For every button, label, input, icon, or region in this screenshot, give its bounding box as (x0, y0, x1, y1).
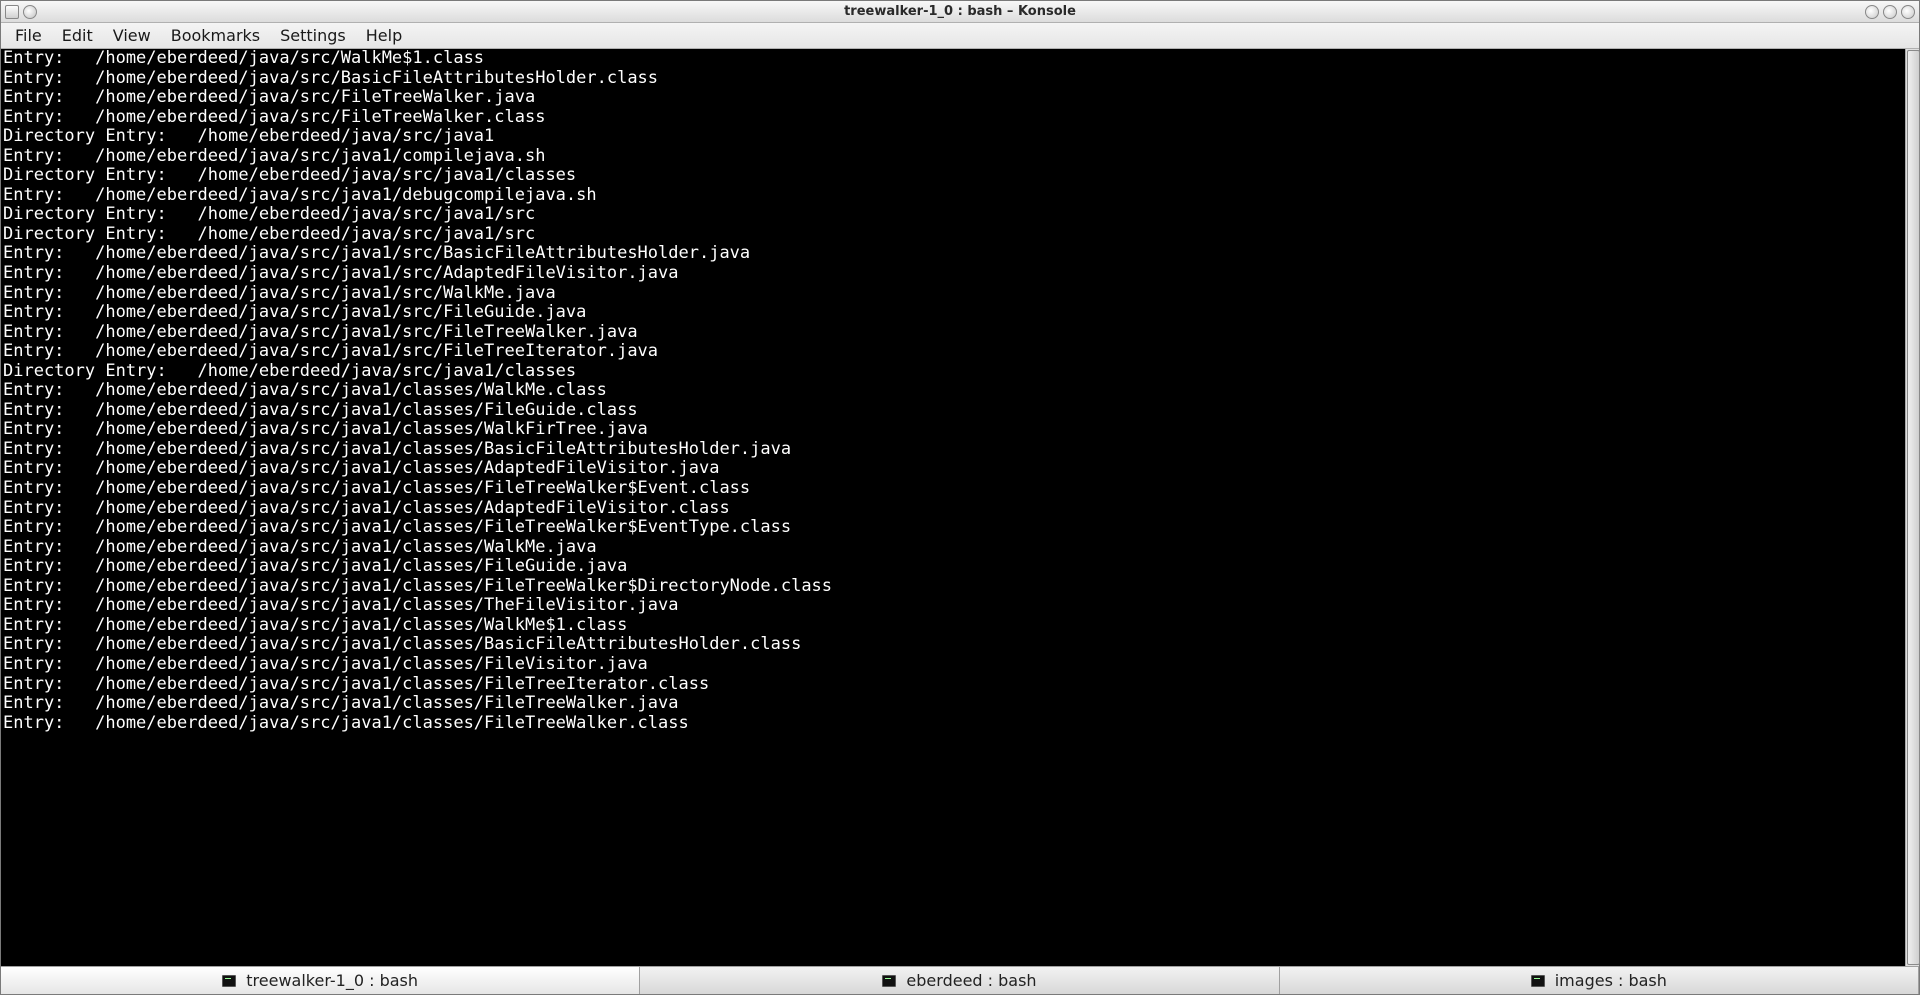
tab-label: treewalker-1_0 : bash (246, 971, 418, 990)
tabbar: treewalker-1_0 : bash eberdeed : bash im… (1, 966, 1919, 994)
titlebar-right-controls (1865, 5, 1919, 19)
menu-settings[interactable]: Settings (270, 23, 356, 48)
terminal-output[interactable]: Entry: /home/eberdeed/java/src/WalkMe$1.… (1, 49, 1905, 966)
terminal-icon (222, 975, 236, 987)
terminal-icon (1531, 975, 1545, 987)
close-button[interactable] (1901, 5, 1915, 19)
minimize-button[interactable] (1865, 5, 1879, 19)
konsole-window: treewalker-1_0 : bash – Konsole File Edi… (0, 0, 1920, 995)
menu-file[interactable]: File (5, 23, 52, 48)
tab-label: eberdeed : bash (906, 971, 1036, 990)
menubar: File Edit View Bookmarks Settings Help (1, 23, 1919, 49)
menu-help[interactable]: Help (356, 23, 412, 48)
tab-label: images : bash (1555, 971, 1667, 990)
scrollbar-thumb[interactable] (1907, 50, 1920, 965)
scrollbar-vertical[interactable] (1905, 49, 1919, 966)
titlebar[interactable]: treewalker-1_0 : bash – Konsole (1, 1, 1919, 23)
menu-view[interactable]: View (103, 23, 161, 48)
tab-eberdeed[interactable]: eberdeed : bash (640, 967, 1279, 994)
window-title: treewalker-1_0 : bash – Konsole (844, 4, 1076, 19)
window-pin-icon[interactable] (23, 5, 37, 19)
maximize-button[interactable] (1883, 5, 1897, 19)
window-menu-icon[interactable] (5, 5, 19, 19)
tab-images[interactable]: images : bash (1280, 967, 1919, 994)
titlebar-left-controls (1, 5, 37, 19)
terminal-container: Entry: /home/eberdeed/java/src/WalkMe$1.… (1, 49, 1919, 966)
terminal-icon (882, 975, 896, 987)
tab-treewalker[interactable]: treewalker-1_0 : bash (1, 967, 640, 994)
menu-edit[interactable]: Edit (52, 23, 103, 48)
menu-bookmarks[interactable]: Bookmarks (161, 23, 270, 48)
